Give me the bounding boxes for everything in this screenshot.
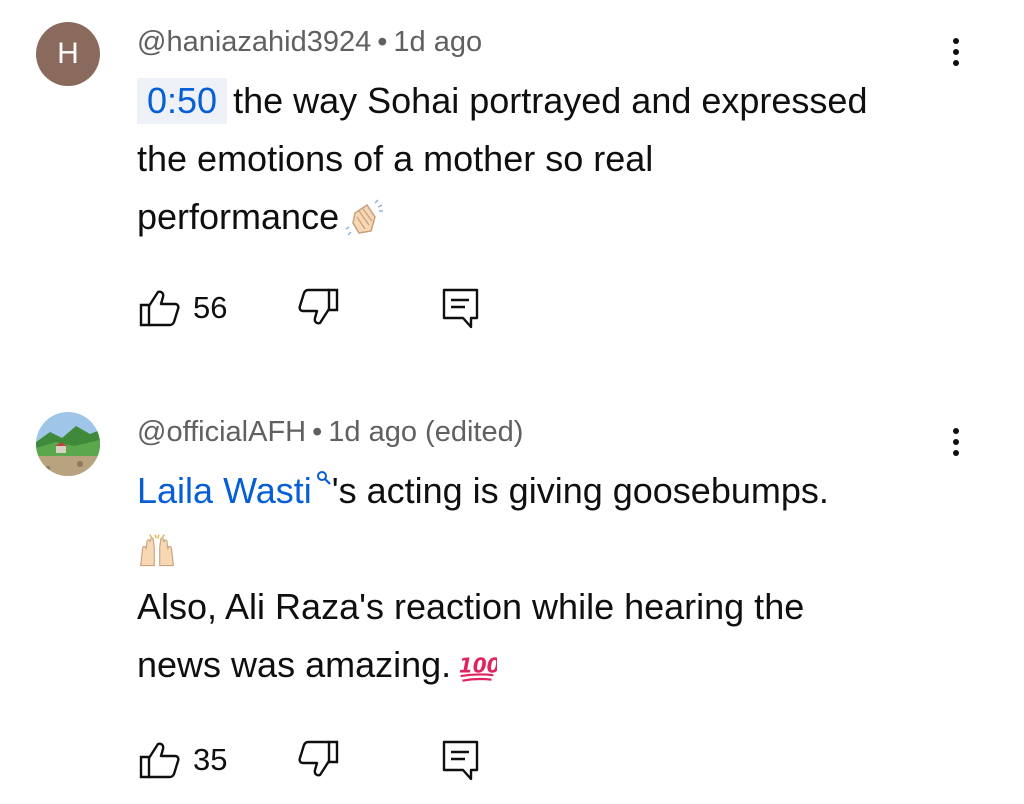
comment-time: 1d ago (edited) (328, 416, 524, 448)
more-vert-icon[interactable] (942, 418, 970, 466)
comment-meta: @officialAFH • 1d ago (edited) (137, 416, 523, 449)
comment-item: @officialAFH • 1d ago (edited) Laila Wasti… (0, 390, 1024, 804)
meta-separator: • (312, 416, 323, 448)
reply-button[interactable] (441, 736, 485, 784)
like-count: 56 (193, 290, 228, 325)
comment-time: 1d ago (393, 26, 483, 58)
comment-meta: @haniazahid3924 • 1d ago (137, 26, 482, 59)
comment-text-line: performance (137, 196, 340, 237)
comment-author[interactable]: @haniazahid3924 (137, 26, 371, 58)
like-button[interactable]: 56 (137, 284, 247, 332)
thumbs-down-icon (298, 288, 339, 325)
landscape-avatar-image (36, 412, 100, 476)
dislike-button[interactable] (297, 736, 347, 784)
avatar-letter: H (57, 37, 79, 70)
mention-link[interactable]: Laila Wasti (137, 470, 312, 511)
comment-text: 0:50 the way Sohai portrayed and expresse… (137, 72, 957, 246)
comment-item: H @haniazahid3924 • 1d ago 0:50 the way Soh… (0, 0, 1024, 380)
hundred-points-emoji: 100 (459, 654, 497, 683)
comment-text-line: news was amazing. (137, 644, 452, 685)
clapping-hands-emoji (345, 199, 384, 237)
comment-text-line: the emotions of a mother so real (137, 138, 654, 179)
comment-text-line: the way Sohai portrayed and expressed (233, 80, 868, 121)
more-vert-icon[interactable] (942, 28, 970, 76)
comment-text-line: Also, Ali Raza's reaction while hearing … (137, 586, 805, 627)
thumbs-up-icon (139, 742, 180, 779)
thumbs-up-icon (139, 290, 180, 327)
comment-author[interactable]: @officialAFH (137, 416, 306, 448)
raising-hands-emoji (140, 534, 174, 567)
avatar[interactable]: H (36, 22, 100, 86)
reply-icon (442, 740, 479, 781)
avatar[interactable] (36, 412, 100, 476)
timestamp-link[interactable]: 0:50 (137, 78, 228, 124)
search-icon[interactable] (316, 470, 332, 486)
like-button[interactable]: 35 (137, 736, 247, 784)
reply-icon (442, 288, 479, 329)
comment-text: Laila Wasti 's acting is giving goosebum… (137, 462, 957, 694)
thumbs-down-icon (298, 740, 339, 777)
meta-separator: • (377, 26, 388, 58)
like-count: 35 (193, 742, 228, 777)
comment-text-line: 's acting is giving goosebumps. (331, 470, 829, 511)
reply-button[interactable] (441, 284, 485, 332)
dislike-button[interactable] (297, 284, 347, 332)
